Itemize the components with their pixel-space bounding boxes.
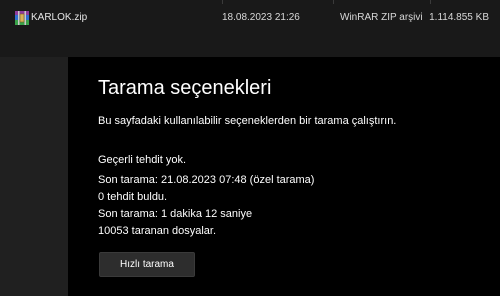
page-title: Tarama seçenekleri <box>98 77 272 99</box>
threats-found: 0 tehdit buldu. <box>98 191 168 203</box>
column-divider <box>430 0 431 4</box>
page-description: Bu sayfadaki kullanılabilir seçeneklerde… <box>98 115 397 127</box>
column-divider <box>222 0 223 4</box>
navigation-strip <box>0 57 68 296</box>
file-type: WinRAR ZIP arşivi <box>340 12 423 23</box>
file-name: KARLOK.zip <box>31 12 88 23</box>
last-scan-time: Son tarama: 21.08.2023 07:48 (özel taram… <box>98 174 315 186</box>
scan-duration: Son tarama: 1 dakika 12 saniye <box>98 208 253 220</box>
column-divider <box>333 0 334 4</box>
file-modified-date: 18.08.2023 21:26 <box>222 12 300 23</box>
winrar-archive-icon <box>15 11 29 25</box>
threat-status: Geçerli tehdit yok. <box>98 154 187 166</box>
scanned-files-count: 10053 taranan dosyalar. <box>98 225 217 237</box>
scan-options-panel: Tarama seçenekleri Bu sayfadaki kullanıl… <box>68 57 500 296</box>
quick-scan-button[interactable]: Hızlı tarama <box>99 252 195 277</box>
file-size: 1.114.855 KB <box>429 12 489 23</box>
file-list-row[interactable]: KARLOK.zip 18.08.2023 21:26 WinRAR ZIP a… <box>0 0 500 36</box>
